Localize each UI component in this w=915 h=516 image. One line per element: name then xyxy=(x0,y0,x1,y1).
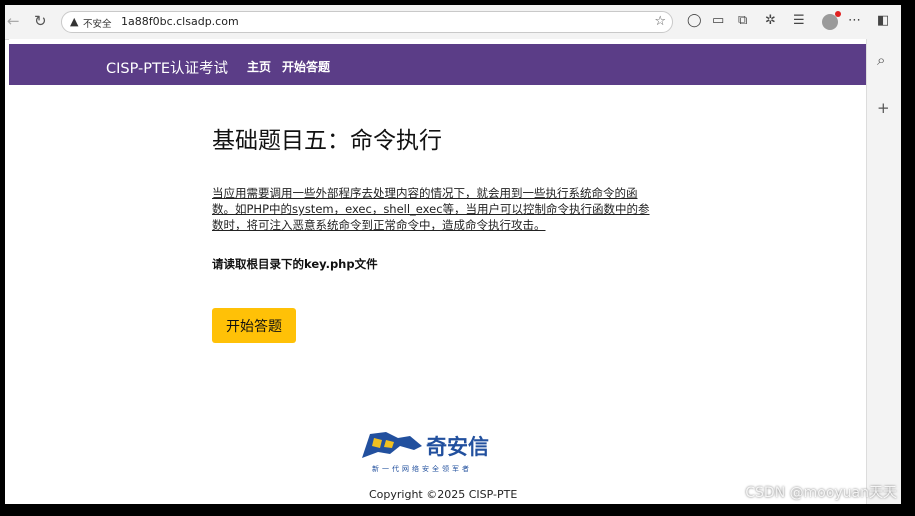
task-text: 请读取根目录下的key.php文件 xyxy=(212,257,378,271)
reader-icon[interactable]: ▭ xyxy=(712,14,724,28)
logo-mark-icon xyxy=(362,432,422,458)
extensions-icon[interactable]: ✲ xyxy=(765,14,776,28)
star-icon[interactable]: ☆ xyxy=(654,14,666,29)
top-navbar: CISP-PTE认证考试 主页 开始答题 xyxy=(9,44,866,85)
sidebar-toggle-icon[interactable]: ◧ xyxy=(877,14,889,28)
address-bar[interactable]: ▲ 不安全 1a88f0bc.clsadp.com ☆ xyxy=(61,11,673,33)
page-title: 基础题目五：命令执行 xyxy=(212,128,442,154)
refresh-icon[interactable]: ↻ xyxy=(34,14,47,29)
start-answer-button[interactable]: 开始答题 xyxy=(212,308,296,343)
description-text: 当应用需要调用一些外部程序去处理内容的情况下，就会用到一些执行系统命令的函数。如… xyxy=(212,186,650,232)
back-icon[interactable]: ← xyxy=(7,14,20,29)
brand-title[interactable]: CISP-PTE认证考试 xyxy=(106,57,228,78)
tab-icon[interactable]: ◯ xyxy=(687,14,702,28)
nav-link-start[interactable]: 开始答题 xyxy=(282,58,330,75)
notification-dot xyxy=(835,11,841,17)
watermark: CSDN @mooyuan天天 xyxy=(745,485,897,501)
security-label[interactable]: 不安全 xyxy=(83,16,112,30)
logo-name: 奇安信 xyxy=(426,435,489,459)
url-text[interactable]: 1a88f0bc.clsadp.com xyxy=(121,15,239,28)
browser-toolbar: ← ↻ ▲ 不安全 1a88f0bc.clsadp.com ☆ ◯ ▭ ⧉ ✲ … xyxy=(5,5,901,40)
nav-link-home[interactable]: 主页 xyxy=(247,58,271,75)
edge-sidebar: ⌕ + xyxy=(866,39,901,504)
avatar[interactable] xyxy=(822,11,841,30)
qianxin-logo: 奇安信 新一代网络安全领军者 xyxy=(360,428,512,478)
collections-icon[interactable]: ⧉ xyxy=(738,14,747,28)
copyright: Copyright ©2025 CISP-PTE xyxy=(369,488,518,501)
logo-slogan: 新一代网络安全领军者 xyxy=(372,465,472,473)
more-icon[interactable]: ⋯ xyxy=(848,14,861,28)
screenshot-frame: ← ↻ ▲ 不安全 1a88f0bc.clsadp.com ☆ ◯ ▭ ⧉ ✲ … xyxy=(0,0,915,516)
favorites-icon[interactable]: ☰ xyxy=(793,14,805,28)
warning-icon[interactable]: ▲ xyxy=(70,15,78,28)
web-page: CISP-PTE认证考试 主页 开始答题 基础题目五：命令执行 当应用需要调用一… xyxy=(9,39,866,504)
plus-icon[interactable]: + xyxy=(877,99,890,117)
search-icon[interactable]: ⌕ xyxy=(877,51,885,69)
